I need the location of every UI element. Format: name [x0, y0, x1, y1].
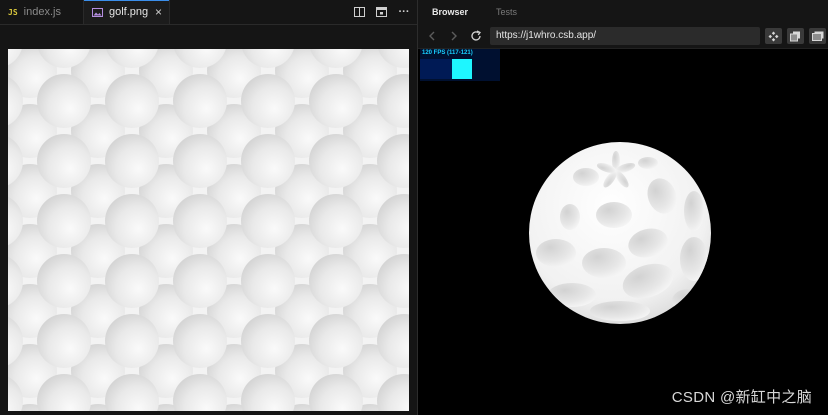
browser-navigation: https://j1whro.csb.app/: [418, 24, 828, 49]
fps-bar: [452, 59, 472, 79]
tab-label: index.js: [23, 6, 61, 18]
browser-pane: Browser Tests https://j1whro.csb.app/ 12…: [418, 0, 828, 415]
tab-label: golf.png: [109, 6, 149, 18]
more-icon[interactable]: ···: [397, 5, 411, 19]
golf-ball-render: [529, 142, 711, 324]
browser-tab-bar: Browser Tests: [418, 0, 828, 24]
dimple-pattern: [8, 49, 409, 411]
tab-index-js[interactable]: JS index.js: [0, 0, 84, 24]
editor-pane: JS index.js golf.png × ···: [0, 0, 417, 415]
watermark-text: CSDN @新缸中之脑: [671, 389, 812, 406]
open-preview-icon[interactable]: [374, 5, 388, 19]
back-icon[interactable]: [426, 30, 438, 42]
devtools-icon[interactable]: [765, 28, 782, 44]
tab-golf-png[interactable]: golf.png ×: [84, 0, 170, 24]
copy-icon[interactable]: [787, 28, 804, 44]
close-tab-icon[interactable]: ×: [155, 5, 162, 19]
refresh-icon[interactable]: [470, 30, 482, 42]
fps-stats-panel[interactable]: 120 FPS (117-121): [420, 49, 500, 81]
split-editor-icon[interactable]: [352, 5, 366, 19]
browser-viewport[interactable]: 120 FPS (117-121) CSDN @新缸中之脑: [418, 49, 828, 415]
image-file-icon: [92, 7, 103, 17]
forward-icon[interactable]: [448, 30, 460, 42]
js-file-icon: JS: [8, 7, 18, 17]
fps-label: 120 FPS (117-121): [422, 50, 473, 56]
editor-tab-bar: JS index.js golf.png × ···: [0, 0, 417, 25]
address-bar[interactable]: https://j1whro.csb.app/: [490, 27, 760, 45]
open-new-window-icon[interactable]: [809, 28, 826, 44]
golf-texture-image: [8, 49, 409, 411]
tab-browser[interactable]: Browser: [432, 0, 468, 24]
image-preview-area: [0, 25, 417, 415]
tab-tests[interactable]: Tests: [496, 0, 517, 24]
